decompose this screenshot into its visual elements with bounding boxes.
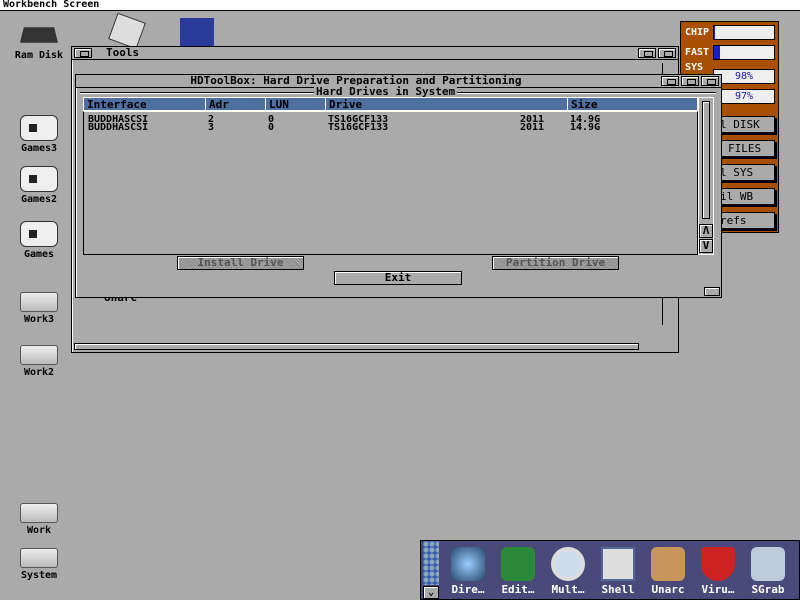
col-drive[interactable]: Drive: [325, 98, 362, 111]
dock-item-viru[interactable]: Viru…: [693, 547, 743, 596]
desktop-icon-work3[interactable]: Work3: [4, 286, 74, 325]
cell-revision: 2011: [520, 122, 545, 133]
sys-label: SYS: [685, 62, 704, 73]
zoom-gadget-icon[interactable]: [681, 76, 699, 86]
dock-item-mult[interactable]: Mult…: [543, 547, 593, 596]
drive-row[interactable]: BUDDHASCSI 3 0 TS16GCF133 2011 14.9G: [84, 122, 697, 133]
prefs-button[interactable]: refs: [717, 212, 775, 229]
scroll-down-arrow-icon[interactable]: V: [699, 239, 713, 253]
harddisk-icon: [20, 503, 58, 523]
shield-icon: [701, 547, 735, 581]
partition-drive-button[interactable]: Partition Drive: [492, 256, 619, 270]
drive-row[interactable]: BUDDHASCSI 2 0 TS16GCF133 2011 14.9G: [84, 115, 697, 125]
dock-label: Viru…: [701, 583, 735, 596]
desktop-icon-work2[interactable]: Work2: [4, 339, 74, 378]
dock-label: Dire…: [451, 583, 485, 596]
desktop-icon-games3[interactable]: Games3: [4, 115, 74, 154]
cell-size: 14.9G: [570, 122, 601, 133]
desktop-icon-games[interactable]: Games: [4, 221, 74, 260]
exit-button[interactable]: Exit: [334, 271, 462, 285]
col-adr[interactable]: Adr: [205, 98, 229, 111]
harddisk-icon: [20, 292, 58, 312]
gamepad-icon: [20, 221, 58, 247]
harddisk-icon: [20, 548, 58, 568]
col-lun[interactable]: LUN: [265, 98, 289, 111]
gamepad-icon: [20, 115, 58, 141]
cell-adr: 3: [208, 122, 215, 133]
icon-label: Games3: [20, 143, 58, 154]
drive-list-header: Interface Adr LUN Drive Size: [83, 97, 698, 111]
dock-item-sgrab[interactable]: SGrab: [743, 547, 793, 596]
floppy-icon[interactable]: [180, 18, 214, 46]
cell-interface: BUDDHASCSI: [88, 122, 149, 133]
desktop-icon-work[interactable]: Work: [4, 497, 74, 536]
install-drive-button[interactable]: Install Drive: [177, 256, 304, 270]
dock-handle[interactable]: [423, 541, 439, 585]
col-size[interactable]: Size: [567, 98, 598, 111]
tools-title-bar[interactable]: Tools: [72, 47, 678, 60]
close-gadget-icon[interactable]: [74, 48, 92, 58]
shell-icon: [601, 547, 635, 581]
dock-item-unarc[interactable]: Unarc: [643, 547, 693, 596]
dock-bar: ⌄ Dire… Edit… Mult… Shell Unarc Viru… SG…: [420, 540, 800, 600]
screen-title: Workbench Screen: [3, 0, 100, 10]
scroll-thumb[interactable]: [702, 101, 710, 219]
gamepad-icon: [20, 166, 58, 192]
scroll-up-arrow-icon[interactable]: Λ: [699, 224, 713, 238]
sys-button[interactable]: l SYS: [717, 164, 775, 181]
col-interface[interactable]: Interface: [84, 98, 147, 111]
depth-gadget-icon[interactable]: [701, 76, 719, 86]
icon-label: Games2: [20, 194, 58, 205]
dock-menu-arrow-icon[interactable]: ⌄: [423, 586, 439, 599]
dopus-icon: [451, 547, 485, 581]
harddisk-icon: [20, 345, 58, 365]
dock-item-edit[interactable]: Edit…: [493, 547, 543, 596]
sys-value: 98%: [713, 69, 775, 84]
dock-item-dire[interactable]: Dire…: [443, 547, 493, 596]
dock-label: Shell: [601, 583, 635, 596]
icon-label: Work2: [23, 367, 55, 378]
fast-label: FAST: [685, 47, 710, 58]
box-icon: [651, 547, 685, 581]
icon-label: Ram Disk: [14, 50, 64, 61]
icon-label: System: [20, 570, 58, 581]
icon-label: Work3: [23, 314, 55, 325]
resize-gadget-icon[interactable]: [704, 287, 720, 296]
dock-label: Unarc: [651, 583, 685, 596]
ram-disk-icon: [20, 27, 58, 43]
fast-meter: [713, 45, 775, 60]
dock-label: Mult…: [551, 583, 585, 596]
dock-item-shell[interactable]: Shell: [593, 547, 643, 596]
dock-label: SGrab: [751, 583, 785, 596]
cell-drive: TS16GCF133: [328, 122, 389, 133]
horizontal-scrollbar[interactable]: [74, 343, 639, 350]
screen-title-bar[interactable]: Workbench Screen: [0, 0, 800, 11]
icon-label: Games: [23, 249, 55, 260]
notepad-icon: [501, 547, 535, 581]
window-title: Tools: [106, 46, 140, 59]
files-button[interactable]: FILES: [717, 140, 775, 157]
dock-label: Edit…: [501, 583, 535, 596]
depth-gadget-icon[interactable]: [658, 48, 676, 58]
tools-drawer-icon[interactable]: [108, 12, 146, 50]
desktop-icon-games2[interactable]: Games2: [4, 166, 74, 205]
other-value: 97%: [713, 89, 775, 104]
iconify-gadget-icon[interactable]: [661, 76, 679, 86]
desktop-icon-ram-disk[interactable]: Ram Disk: [4, 22, 74, 61]
screengrab-icon: [751, 547, 785, 581]
drive-list[interactable]: BUDDHASCSI 2 0 TS16GCF133 2011 14.9G BUD…: [83, 111, 698, 255]
cell-lun: 0: [268, 122, 275, 133]
icon-label: Work: [26, 525, 52, 536]
wb-button[interactable]: il WB: [717, 188, 775, 205]
desktop-icon-system[interactable]: System: [4, 542, 74, 581]
chip-meter: [713, 25, 775, 40]
hdtoolbox-window[interactable]: HDToolBox: Hard Drive Preparation and Pa…: [75, 74, 722, 298]
magnifier-icon: [551, 547, 585, 581]
list-scrollbar[interactable]: Λ V: [698, 97, 714, 255]
chip-label: CHIP: [685, 27, 710, 38]
zoom-gadget-icon[interactable]: [638, 48, 656, 58]
disk-button[interactable]: l DISK: [717, 116, 775, 133]
